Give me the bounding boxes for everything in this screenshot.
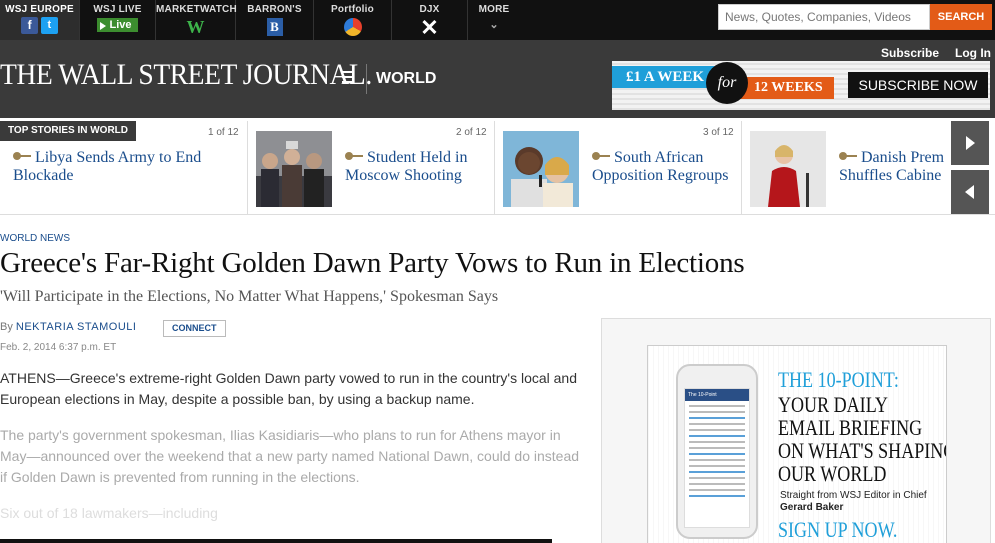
close-icon: ✕ — [420, 15, 439, 40]
story-thumbnail[interactable] — [503, 131, 579, 207]
ad-headline-line: YOUR DAILY — [778, 392, 888, 417]
subscription-promo-banner[interactable]: £1 A WEEK 12 WEEKS for SUBSCRIBE NOW — [612, 61, 990, 110]
login-link[interactable]: Log In — [955, 46, 991, 60]
subscribe-now-button[interactable]: SUBSCRIBE NOW — [848, 72, 988, 98]
sign-up-link[interactable]: SIGN UP NOW. — [778, 517, 897, 543]
ad-editor-name: Gerard Baker — [780, 502, 844, 513]
search-input[interactable] — [718, 4, 930, 30]
nav-item-portfolio[interactable]: Portfolio — [314, 0, 392, 40]
arrow-left-icon — [965, 185, 974, 199]
connect-button[interactable]: CONNECT — [163, 320, 226, 337]
story-count: 1 of 12 — [208, 127, 239, 138]
phone-screen-title: The 10-Point — [685, 389, 749, 401]
nav-item-marketwatch[interactable]: MARKETWATCH W — [156, 0, 237, 40]
byline-prefix: By — [0, 321, 13, 333]
story-headline: Danish Prem Shuffles Cabine — [839, 149, 951, 185]
story-thumbnail[interactable] — [750, 131, 826, 207]
ad-headline-line: OUR WORLD — [778, 461, 887, 486]
masthead: THE WALL STREET JOURNAL. WORLD Subscribe… — [0, 40, 995, 118]
key-icon — [592, 152, 610, 160]
article-kicker[interactable]: WORLD NEWS — [0, 233, 70, 244]
ad-subtext-line: Straight from WSJ Editor in Chief — [780, 490, 927, 501]
hamburger-menu-icon[interactable] — [342, 71, 354, 85]
story-headline: Student Held in Moscow Shooting — [345, 149, 490, 185]
ad-headline-blue: THE 10-POINT: — [778, 367, 899, 392]
story-headline: Libya Sends Army to End Blockade — [13, 149, 238, 185]
subscribe-link[interactable]: Subscribe — [881, 46, 939, 60]
story-card[interactable]: 2 of 12 Student Held in Moscow Shooting — [248, 121, 495, 215]
live-badge: Live — [109, 19, 132, 31]
barrons-icon: B — [266, 18, 283, 36]
story-headline: South African Opposition Regroups — [592, 149, 737, 185]
carousel-next-button[interactable] — [951, 121, 989, 165]
pie-chart-icon — [343, 18, 362, 36]
story-headline-text[interactable]: Libya Sends Army to End Blockade — [13, 149, 201, 184]
ad-subtext: Straight from WSJ Editor in Chief Gerard… — [780, 490, 927, 514]
story-card[interactable]: Danish Prem Shuffles Cabine — [742, 121, 951, 215]
story-headline-text[interactable]: Student Held in Moscow Shooting — [345, 149, 467, 184]
story-headline-text[interactable]: South African Opposition Regroups — [592, 149, 728, 184]
nav-item-label: WSJ LIVE — [93, 4, 142, 15]
ad-headline: YOUR DAILY EMAIL BRIEFING ON WHAT'S SHAP… — [778, 392, 947, 486]
article-paragraph: Six out of 18 lawmakers—including — [0, 505, 218, 521]
key-icon — [345, 152, 363, 160]
story-count: 3 of 12 — [703, 127, 734, 138]
nav-item-label: Portfolio — [331, 4, 374, 15]
nav-item-barrons[interactable]: BARRON'S B — [236, 0, 314, 40]
key-icon — [13, 152, 31, 160]
story-thumbnail[interactable] — [256, 131, 332, 207]
chevron-down-icon: ⌄ — [489, 19, 499, 31]
article-paragraph: The party's government spokesman, Ilias … — [0, 427, 580, 485]
newsletter-ad[interactable]: The 10-Point THE 10-POINT: YOUR DAILY EM… — [647, 345, 947, 543]
nav-item-wsj-europe[interactable]: WSJ EUROPE f t — [0, 0, 80, 40]
ad-container: The 10-Point THE 10-POINT: YOUR DAILY EM… — [601, 318, 991, 543]
search-button[interactable]: SEARCH — [930, 4, 992, 30]
top-stories-carousel: 1 of 12 Libya Sends Army to End Blockade… — [0, 121, 995, 215]
section-title[interactable]: WORLD — [376, 70, 436, 88]
phone-screen: The 10-Point — [684, 388, 750, 528]
nav-item-djx[interactable]: DJX ✕ — [392, 0, 468, 40]
nav-item-more[interactable]: MORE ⌄ — [468, 0, 520, 40]
wsj-logo[interactable]: THE WALL STREET JOURNAL. — [0, 58, 372, 92]
phone-illustration: The 10-Point — [676, 364, 758, 539]
nav-item-label: WSJ EUROPE — [5, 4, 74, 15]
nav-item-label: DJX — [419, 4, 440, 15]
ad-headline-line: ON WHAT'S SHAPING — [778, 438, 947, 463]
promo-for: for — [706, 62, 748, 104]
top-nav-bar: WSJ EUROPE f t WSJ LIVE Live MARKETWATCH… — [0, 0, 995, 40]
twitter-icon[interactable]: t — [40, 17, 58, 34]
marketwatch-icon: W — [186, 17, 205, 37]
author-link[interactable]: NEKTARIA STAMOULI — [16, 321, 137, 333]
key-icon — [839, 152, 857, 160]
article-timestamp: Feb. 2, 2014 6:37 p.m. ET — [0, 342, 117, 353]
ad-headline-line: EMAIL BRIEFING — [778, 415, 923, 440]
arrow-right-icon — [966, 136, 975, 150]
divider — [366, 64, 367, 94]
nav-item-label: BARRON'S — [247, 4, 302, 15]
nav-item-label: MARKETWATCH — [156, 4, 237, 15]
article-deck: 'Will Participate in the Elections, No M… — [0, 288, 499, 305]
carousel-prev-button[interactable] — [951, 170, 989, 214]
nav-item-label: MORE — [478, 4, 510, 15]
nav-item-wsj-live[interactable]: WSJ LIVE Live — [80, 0, 156, 40]
byline: By NEKTARIA STAMOULI — [0, 321, 136, 333]
promo-weeks: 12 WEEKS — [740, 77, 834, 99]
top-stories-label: TOP STORIES IN WORLD — [0, 121, 137, 141]
article-paragraph: ATHENS—Greece's extreme-right Golden Daw… — [0, 370, 578, 407]
article-title: Greece's Far-Right Golden Dawn Party Vow… — [0, 247, 745, 279]
play-icon: Live — [97, 18, 138, 32]
media-frame-top — [0, 539, 552, 543]
promo-price: £1 A WEEK — [612, 66, 720, 88]
story-card[interactable]: 3 of 12 South African Opposition Regroup… — [495, 121, 742, 215]
story-count: 2 of 12 — [456, 127, 487, 138]
facebook-icon[interactable]: f — [21, 17, 39, 34]
